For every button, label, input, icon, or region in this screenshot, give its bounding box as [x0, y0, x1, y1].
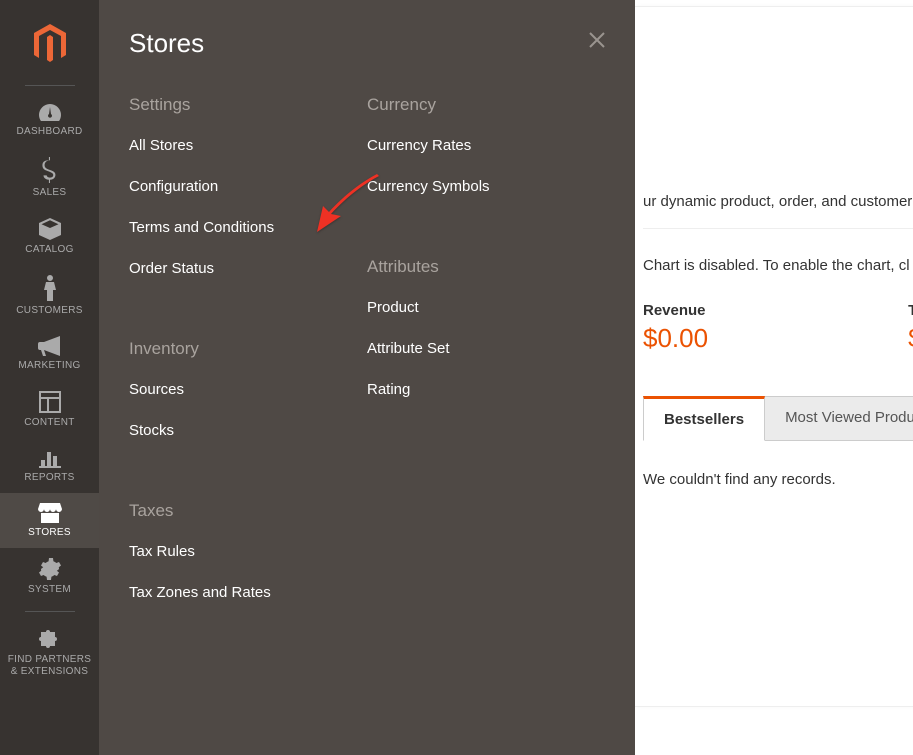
nav-catalog[interactable]: CATALOG — [0, 208, 99, 265]
chart-disabled-note: Chart is disabled. To enable the chart, … — [643, 229, 913, 284]
group-attributes: Attributes — [367, 257, 605, 277]
dashboard-main: ur dynamic product, order, and customer … — [635, 6, 913, 707]
link-tax-zones[interactable]: Tax Zones and Rates — [129, 572, 367, 613]
link-rating[interactable]: Rating — [367, 369, 605, 410]
nav-label: CONTENT — [24, 417, 74, 428]
layout-icon — [39, 391, 61, 413]
nav-label: MARKETING — [18, 360, 80, 371]
link-attribute-set[interactable]: Attribute Set — [367, 328, 605, 369]
primary-nav: DASHBOARD SALES CATALOG CUSTOMERS MARKET… — [0, 0, 99, 755]
group-taxes: Taxes — [129, 501, 367, 521]
group-settings: Settings — [129, 95, 367, 115]
tab-bestsellers[interactable]: Bestsellers — [643, 396, 765, 441]
close-button[interactable] — [587, 30, 607, 55]
gauge-icon — [37, 102, 63, 122]
flyout-title: Stores — [129, 28, 605, 59]
metric-tax: Ta $0 — [908, 302, 913, 354]
megaphone-icon — [38, 336, 62, 356]
nav-content[interactable]: CONTENT — [0, 381, 99, 438]
metric-label: Ta — [908, 302, 913, 319]
link-configuration[interactable]: Configuration — [129, 166, 367, 207]
metric-value: $0 — [908, 323, 913, 354]
nav-label: STORES — [28, 527, 71, 538]
nav-customers[interactable]: CUSTOMERS — [0, 265, 99, 326]
link-currency-symbols[interactable]: Currency Symbols — [367, 166, 605, 207]
box-icon — [38, 218, 62, 240]
nav-marketing[interactable]: MARKETING — [0, 326, 99, 381]
person-icon — [43, 275, 57, 301]
nav-label: DASHBOARD — [16, 126, 82, 137]
metric-value: $0.00 — [643, 323, 708, 354]
metric-label: Revenue — [643, 302, 708, 319]
link-all-stores[interactable]: All Stores — [129, 125, 367, 166]
magento-logo-icon[interactable] — [32, 24, 68, 69]
metric-revenue: Revenue $0.00 — [643, 302, 708, 354]
nav-dashboard[interactable]: DASHBOARD — [0, 92, 99, 147]
info-text: ur dynamic product, order, and customer — [643, 187, 913, 229]
close-icon — [587, 30, 607, 50]
link-currency-rates[interactable]: Currency Rates — [367, 125, 605, 166]
group-currency: Currency — [367, 95, 605, 115]
nav-partners[interactable]: FIND PARTNERS & EXTENSIONS — [0, 618, 99, 688]
link-order-status[interactable]: Order Status — [129, 248, 367, 289]
nav-reports[interactable]: REPORTS — [0, 438, 99, 493]
nav-label: SALES — [33, 187, 67, 198]
bars-icon — [39, 448, 61, 468]
nav-label: CUSTOMERS — [16, 305, 82, 316]
group-inventory: Inventory — [129, 339, 367, 359]
tab-most-viewed[interactable]: Most Viewed Product — [765, 396, 913, 441]
storefront-icon — [38, 503, 62, 523]
link-product[interactable]: Product — [367, 287, 605, 328]
flyout-col-left: Settings All Stores Configuration Terms … — [129, 95, 367, 613]
link-sources[interactable]: Sources — [129, 369, 367, 410]
stores-flyout-panel: Stores Settings All Stores Configuration… — [99, 0, 635, 755]
nav-system[interactable]: SYSTEM — [0, 548, 99, 605]
nav-sales[interactable]: SALES — [0, 147, 99, 208]
link-terms[interactable]: Terms and Conditions — [129, 207, 367, 248]
nav-label: REPORTS — [24, 472, 74, 483]
dashboard-tabs: Bestsellers Most Viewed Product — [643, 396, 913, 441]
no-records-text: We couldn't find any records. — [643, 471, 913, 488]
nav-label: CATALOG — [25, 244, 73, 255]
link-stocks[interactable]: Stocks — [129, 410, 367, 451]
puzzle-icon — [39, 628, 61, 650]
nav-label: SYSTEM — [28, 584, 71, 595]
nav-label: FIND PARTNERS & EXTENSIONS — [4, 654, 95, 678]
nav-stores[interactable]: STORES — [0, 493, 99, 548]
flyout-col-right: Currency Currency Rates Currency Symbols… — [367, 95, 605, 613]
link-tax-rules[interactable]: Tax Rules — [129, 531, 367, 572]
gear-icon — [39, 558, 61, 580]
dollar-icon — [41, 157, 59, 183]
